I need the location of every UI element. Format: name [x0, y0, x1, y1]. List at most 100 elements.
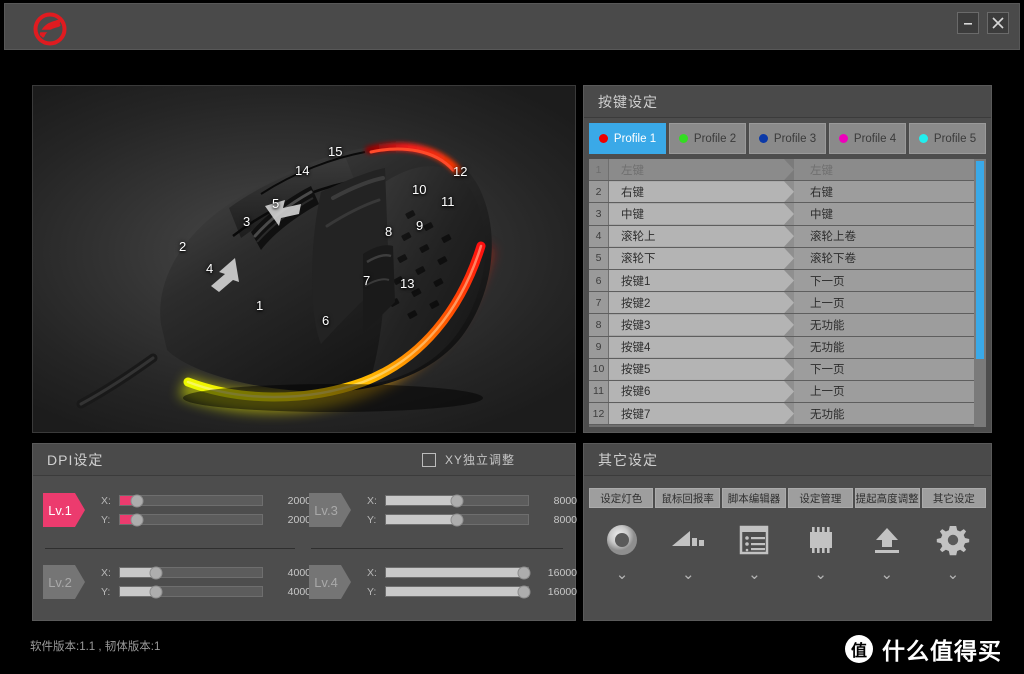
- profile-tab-5[interactable]: Profile 5: [909, 123, 986, 154]
- dpi-slider-knob[interactable]: [450, 494, 464, 507]
- function-icon-cell-4[interactable]: ⌄: [788, 520, 854, 582]
- chevron-down-icon[interactable]: ⌄: [682, 567, 695, 582]
- profile-tab-4[interactable]: Profile 4: [829, 123, 906, 154]
- dpi-slider-knob[interactable]: [517, 566, 531, 579]
- function-tab-4[interactable]: 设定管理: [788, 488, 853, 508]
- function-tab-3[interactable]: 脚本编辑器: [721, 488, 787, 508]
- xy-independent-label: XY独立调整: [444, 453, 515, 467]
- row-key-function[interactable]: 无功能: [794, 314, 974, 336]
- dpi-level-tag[interactable]: Lv.4: [309, 565, 351, 599]
- row-key-function[interactable]: 右键: [794, 181, 974, 203]
- row-key-function[interactable]: 滚轮下卷: [794, 247, 974, 269]
- profile-color-dot-icon: [678, 134, 688, 143]
- row-key-function[interactable]: 无功能: [794, 336, 974, 358]
- table-row[interactable]: 12 按键7 无功能: [589, 403, 974, 426]
- key-settings-title: 按键设定: [598, 93, 658, 110]
- profile-tab-1[interactable]: Profile 1: [589, 123, 666, 154]
- table-row[interactable]: 8 按键3 无功能: [589, 314, 974, 337]
- gear-icon[interactable]: [933, 520, 973, 560]
- function-icon-cell-1[interactable]: ⌄: [589, 520, 655, 582]
- table-row[interactable]: 3 中键 中键: [589, 203, 974, 226]
- dpi-level-4[interactable]: Lv.4 X: 16000 Y: 16000: [309, 554, 577, 610]
- function-icon-cell-3[interactable]: ⌄: [721, 520, 787, 582]
- function-icon-cell-5[interactable]: ⌄: [854, 520, 920, 582]
- dpi-axis-label: Y:: [367, 513, 377, 526]
- mouse-graphic: [76, 142, 494, 413]
- dpi-slider-knob[interactable]: [149, 566, 162, 579]
- dpi-y-slider[interactable]: [385, 585, 531, 598]
- dpi-slider-knob[interactable]: [450, 513, 464, 526]
- function-tab-6[interactable]: 其它设定: [921, 488, 987, 508]
- function-tab-1[interactable]: 设定灯色: [589, 488, 654, 508]
- chevron-down-icon[interactable]: ⌄: [748, 567, 761, 582]
- dpi-slider-knob[interactable]: [517, 585, 531, 598]
- table-row[interactable]: 9 按键4 无功能: [589, 336, 974, 359]
- chevron-down-icon[interactable]: ⌄: [616, 567, 629, 582]
- dpi-slider-fill: [386, 515, 457, 524]
- table-row[interactable]: 4 滚轮上 滚轮上卷: [589, 225, 974, 248]
- minimize-button[interactable]: [957, 12, 979, 34]
- close-button[interactable]: [987, 12, 1009, 34]
- dpi-level-3[interactable]: Lv.3 X: 8000 Y: 8000: [309, 482, 577, 538]
- row-key-function[interactable]: 滚轮上卷: [794, 225, 974, 247]
- dpi-level-tag[interactable]: Lv.3: [309, 493, 351, 527]
- watermark-badge-icon: 值: [845, 635, 873, 663]
- dpi-slider-group: X: 8000 Y: 8000: [367, 494, 577, 526]
- function-icon-cell-2[interactable]: ⌄: [655, 520, 721, 582]
- dpi-x-slider[interactable]: [119, 494, 263, 507]
- dpi-level-tag[interactable]: Lv.1: [43, 493, 85, 527]
- watermark-text: 什么值得买: [882, 638, 1002, 664]
- table-row[interactable]: 1 左键 左键: [589, 159, 974, 182]
- ring-icon[interactable]: [602, 520, 642, 560]
- row-key-function[interactable]: 左键: [794, 159, 974, 181]
- dpi-y-slider[interactable]: [385, 513, 529, 526]
- key-table-scroll-thumb[interactable]: [976, 161, 984, 360]
- dpi-axis-label: X:: [101, 566, 111, 579]
- chevron-down-icon[interactable]: ⌄: [880, 567, 893, 582]
- row-key-function[interactable]: 下一页: [794, 358, 974, 380]
- mouse-driver-app: 1 2 3 4 5 6 7 8 9 10 11 12 13 14 15 按键设定: [0, 0, 1024, 674]
- function-tab-2[interactable]: 鼠标回报率: [655, 488, 720, 508]
- dpi-slider-knob[interactable]: [130, 513, 144, 526]
- table-row[interactable]: 7 按键2 上一页: [589, 292, 974, 315]
- function-tab-5[interactable]: 提起高度调整: [854, 488, 920, 508]
- profile-tab-3[interactable]: Profile 3: [749, 123, 826, 154]
- dpi-y-slider[interactable]: [119, 513, 263, 526]
- lift-arrow-icon[interactable]: [867, 520, 907, 560]
- dpi-axis-label: Y:: [101, 513, 111, 526]
- profile-tab-2[interactable]: Profile 2: [669, 123, 746, 154]
- dpi-slider-knob[interactable]: [149, 585, 162, 598]
- row-key-function[interactable]: 无功能: [794, 403, 974, 425]
- row-key-name: 按键3: [609, 314, 794, 335]
- list-icon[interactable]: [734, 520, 774, 560]
- dpi-x-slider[interactable]: [385, 494, 529, 507]
- dpi-level-1[interactable]: Lv.1 X: 2000 Y: 2000: [43, 482, 311, 538]
- chevron-down-icon[interactable]: ⌄: [947, 567, 960, 582]
- xy-independent-control[interactable]: XY独立调整: [421, 451, 515, 468]
- dpi-x-slider[interactable]: [385, 566, 531, 579]
- dpi-y-slider[interactable]: [119, 585, 263, 598]
- dpi-value: 16000: [547, 585, 577, 598]
- table-row[interactable]: 2 右键 右键: [589, 181, 974, 204]
- function-icon-list: ⌄ ⌄ ⌄ ⌄ ⌄ ⌄: [589, 520, 986, 582]
- dpi-slider-knob[interactable]: [130, 494, 144, 507]
- dpi-level-2[interactable]: Lv.2 X: 4000 Y: 4000: [43, 554, 311, 610]
- row-key-function[interactable]: 上一页: [794, 292, 974, 314]
- row-index: 6: [589, 269, 609, 292]
- function-icon-cell-6[interactable]: ⌄: [920, 520, 986, 582]
- xy-independent-checkbox[interactable]: [421, 452, 436, 467]
- table-row[interactable]: 6 按键1 下一页: [589, 269, 974, 293]
- dpi-value: 8000: [553, 513, 577, 526]
- chevron-down-icon[interactable]: ⌄: [814, 567, 827, 582]
- dpi-x-slider[interactable]: [119, 566, 263, 579]
- chip-icon[interactable]: [801, 520, 841, 560]
- row-key-function[interactable]: 下一页: [794, 269, 974, 292]
- dpi-level-tag[interactable]: Lv.2: [43, 565, 85, 599]
- key-table-scrollbar[interactable]: [974, 159, 986, 427]
- table-row[interactable]: 5 滚轮下 滚轮下卷: [589, 247, 974, 270]
- signal-bars-icon[interactable]: [668, 520, 708, 560]
- row-key-function[interactable]: 上一页: [794, 380, 974, 403]
- row-key-function[interactable]: 中键: [794, 203, 974, 225]
- table-row[interactable]: 11 按键6 上一页: [589, 380, 974, 404]
- table-row[interactable]: 10 按键5 下一页: [589, 358, 974, 381]
